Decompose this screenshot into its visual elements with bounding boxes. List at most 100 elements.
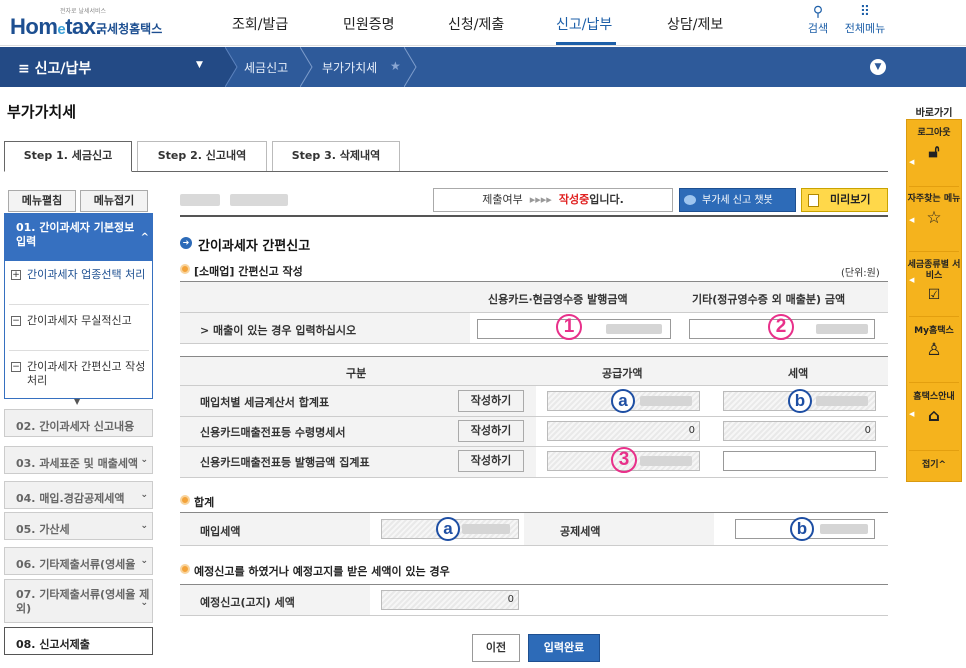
left-menu-item-07[interactable]: 07. 기타제출서류(영세율 제외) ⌄ xyxy=(4,579,153,623)
menu-inquiry[interactable]: 조회/발급 xyxy=(232,14,288,34)
search-button[interactable]: ⚲ 검색 xyxy=(806,4,830,36)
left-menu-item-03[interactable]: 03. 과세표준 및 매출세액 ⌄ xyxy=(4,446,153,474)
quick-my-hometax[interactable]: My홈택스 ♙ xyxy=(907,326,961,360)
supply-amount-2: 0 xyxy=(547,421,700,441)
nav-expand-icon[interactable]: ▼ xyxy=(870,59,886,75)
top-header: 전자로 날세서비스 Hometax. 국세청홈택스 조회/발급 민원증명 신청/… xyxy=(0,0,966,46)
left-menu-item-08[interactable]: 08. 신고서제출 xyxy=(4,627,153,655)
collapse-all-button[interactable]: 메뉴접기 xyxy=(80,190,148,212)
marker-b: b xyxy=(788,389,812,413)
submenu-no-record[interactable]: − 간이과세자 무실적신고 xyxy=(11,314,149,328)
tab-divider xyxy=(4,171,888,172)
star-icon: ☆ xyxy=(926,208,942,228)
content-top-rule xyxy=(180,215,888,217)
submenu-business-type[interactable]: + 간이과세자 업종선택 처리 xyxy=(11,268,149,282)
input-complete-button[interactable]: 입력완료 xyxy=(528,634,600,662)
quick-links-title: 바로가기 xyxy=(915,108,953,119)
chevron-down-icon: ⌄ xyxy=(140,521,148,531)
down-arrow-icon: ▼ xyxy=(74,397,81,406)
plus-box-icon: + xyxy=(11,270,21,280)
submenu-simple-report[interactable]: − 간이과세자 간편신고 작성 처리 xyxy=(11,360,149,388)
divider xyxy=(180,385,888,386)
divider xyxy=(180,416,888,417)
unit-label: (단위:원) xyxy=(841,268,880,279)
left-menu-item-basic-info[interactable]: 01. 간이과세자 기본정보 입력 ^ xyxy=(4,213,153,261)
left-menu-item-04[interactable]: 04. 매입.경감공제세액 ⌄ xyxy=(4,481,153,509)
divider xyxy=(180,477,888,478)
row-card-receipt-label: 신용카드매출전표등 수령명세서 xyxy=(200,426,346,439)
pre-report-label: 예정신고(고지) 세액 xyxy=(200,596,295,609)
quick-links-panel: 로그아웃 🔓︎ ◀ 자주찾는 메뉴 ☆ ◀ 세금종류별 서비스 ☑ ◀ My홈택… xyxy=(906,119,962,482)
pre-report-title: 예정신고를 하였거나 예정고지를 받은 세액이 있는 경우 xyxy=(194,565,450,578)
breadcrumb-vat[interactable]: 부가가치세 xyxy=(322,59,377,76)
quick-guide[interactable]: 홈택스안내 ⌂ xyxy=(907,392,961,426)
person-icon: ♙ xyxy=(926,340,942,360)
divider xyxy=(909,316,959,317)
favorite-star-icon[interactable]: ★ xyxy=(390,59,401,73)
caret-left-icon: ◀ xyxy=(909,276,915,284)
chevron-up-icon: ^ xyxy=(140,232,149,243)
nav-bar: ≡ 신고/납부 ▼ 세금신고 부가가치세 ★ ▼ xyxy=(0,47,966,87)
divider xyxy=(180,343,888,344)
hometax-logo[interactable]: 전자로 날세서비스 Hometax. 국세청홈택스 xyxy=(8,6,183,40)
logo-korean: 국세청홈택스 xyxy=(96,22,163,36)
caret-left-icon: ◀ xyxy=(909,216,915,224)
search-icon: ⚲ xyxy=(812,4,824,20)
crumb-separator-icon xyxy=(300,47,313,87)
crumb-separator-icon xyxy=(404,47,417,87)
document-icon xyxy=(808,194,819,207)
divider xyxy=(909,186,959,187)
menu-report-pay[interactable]: 신고/납부 xyxy=(556,14,612,34)
tax-amount-3-input[interactable] xyxy=(723,451,876,471)
purchase-tax-label: 매입세액 xyxy=(200,525,241,538)
quick-favorites[interactable]: 자주찾는 메뉴 ☆ xyxy=(907,194,961,228)
tab-step2[interactable]: Step 2. 신고내역 xyxy=(137,141,267,171)
left-menu-item-02[interactable]: 02. 간이과세자 신고내용 xyxy=(4,409,153,437)
left-menu-item-05[interactable]: 05. 가산세 ⌄ xyxy=(4,512,153,540)
divider xyxy=(909,382,959,383)
quick-fold-button[interactable]: 접기^ xyxy=(907,460,961,471)
bullet-icon xyxy=(180,264,190,274)
arrow-circle-icon: ➜ xyxy=(180,237,192,249)
active-menu-underline xyxy=(556,42,616,45)
menu-application[interactable]: 신청/제출 xyxy=(448,14,504,34)
chevron-down-icon: ⌄ xyxy=(140,556,148,566)
expand-all-button[interactable]: 메뉴펼침 xyxy=(8,190,76,212)
write-card-receipt-button[interactable]: 작성하기 xyxy=(458,420,524,442)
checkbox-icon: ☑ xyxy=(927,287,941,303)
caret-left-icon: ◀ xyxy=(909,158,915,166)
prev-button[interactable]: 이전 xyxy=(472,634,520,662)
write-card-issue-button[interactable]: 작성하기 xyxy=(458,450,524,472)
divider xyxy=(9,304,149,305)
tab-step1[interactable]: Step 1. 세금신고 xyxy=(4,141,132,172)
grid-icon: ⠿ xyxy=(859,4,871,20)
vat-chatbot-button[interactable]: 부가세 신고 챗봇 xyxy=(679,188,796,212)
retail-subtitle: [소매업] 간편신고 작성 xyxy=(194,265,303,278)
write-tax-invoice-button[interactable]: 작성하기 xyxy=(458,390,524,412)
total-label-bg xyxy=(524,513,714,545)
quick-logout[interactable]: 로그아웃 🔓︎ xyxy=(907,128,961,162)
divider xyxy=(9,350,149,351)
caret-down-icon: ▼ xyxy=(196,60,203,70)
all-menu-button[interactable]: ⠿ 전체메뉴 xyxy=(841,4,889,36)
deduct-tax-label: 공제세액 xyxy=(560,525,601,538)
tab-step3[interactable]: Step 3. 삭제내역 xyxy=(272,141,400,171)
menu-consult[interactable]: 상담/제보 xyxy=(667,14,723,34)
quick-tax-services[interactable]: 세금종류별 서비스 ☑ xyxy=(907,260,961,305)
logo-text: Hometax. xyxy=(10,14,102,39)
section-title: 간이과세자 간편신고 xyxy=(198,239,311,254)
preview-button[interactable]: 미리보기 xyxy=(801,188,888,212)
left-submenu: + 간이과세자 업종선택 처리 − 간이과세자 무실적신고 − 간이과세자 간편… xyxy=(4,261,153,399)
row-card-issue-label: 신용카드매출전표등 발행금액 집계표 xyxy=(200,456,370,469)
sales-row-label: > 매출이 있는 경우 입력하십시오 xyxy=(200,324,357,337)
menu-certificate[interactable]: 민원증명 xyxy=(343,14,395,34)
pre-report-value: 0 xyxy=(381,590,519,610)
minus-box-icon: − xyxy=(11,362,21,372)
breadcrumb-tax-report[interactable]: 세금신고 xyxy=(244,59,288,76)
nav-menu-button[interactable]: ≡ 신고/납부 ▼ xyxy=(0,47,225,87)
left-menu-item-06[interactable]: 06. 기타제출서류(영세율 ⌄ xyxy=(4,547,153,575)
marker-a: a xyxy=(611,389,635,413)
col-division: 구분 xyxy=(346,367,367,380)
tax-amount-2: 0 xyxy=(723,421,876,441)
page-title: 부가가치세 xyxy=(7,103,77,121)
